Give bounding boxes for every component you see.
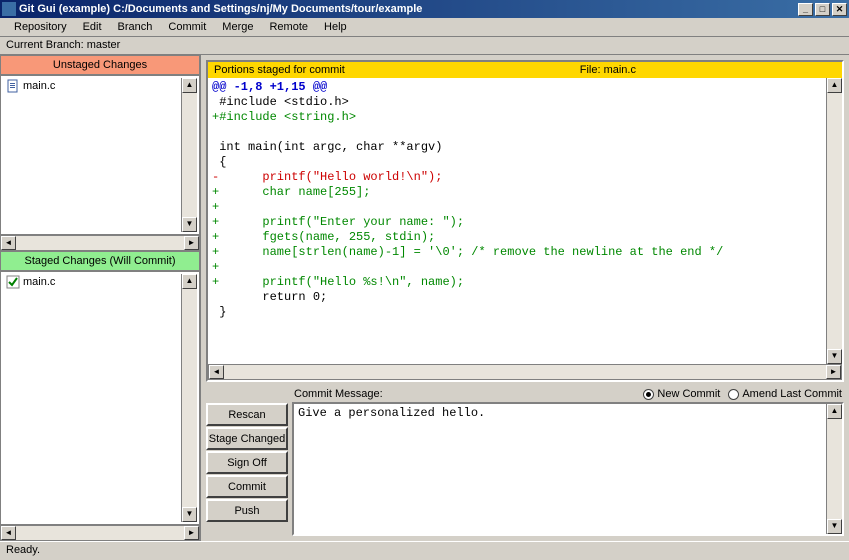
action-buttons: Rescan Stage Changed Sign Off Commit Pus… xyxy=(206,386,288,536)
unstaged-file-list[interactable]: main.c ▲▼ xyxy=(0,75,200,235)
minimize-button[interactable]: _ xyxy=(798,3,813,16)
staged-file-list[interactable]: main.c ▲▼ xyxy=(0,271,200,525)
diff-line: @@ -1,8 +1,15 @@ xyxy=(212,80,822,95)
diff-line: #include <stdio.h> xyxy=(212,95,822,110)
commit-message-input[interactable] xyxy=(294,404,826,534)
menu-branch[interactable]: Branch xyxy=(110,19,161,35)
diff-line: + fgets(name, 255, stdin); xyxy=(212,230,822,245)
diff-header-left: Portions staged for commit xyxy=(214,64,580,76)
new-commit-radio[interactable]: New Commit xyxy=(643,388,720,400)
sign-off-button[interactable]: Sign Off xyxy=(206,451,288,474)
menu-repository[interactable]: Repository xyxy=(6,19,75,35)
commit-message-label: Commit Message: xyxy=(294,388,633,400)
stage-changed-button[interactable]: Stage Changed xyxy=(206,427,288,450)
diff-line: + printf("Hello %s!\n", name); xyxy=(212,275,822,290)
unstaged-scrollbar-h[interactable]: ◄► xyxy=(0,235,200,251)
menu-edit[interactable]: Edit xyxy=(75,19,110,35)
rescan-button[interactable]: Rescan xyxy=(206,403,288,426)
commit-button[interactable]: Commit xyxy=(206,475,288,498)
staged-header: Staged Changes (Will Commit) xyxy=(0,251,200,271)
titlebar: Git Gui (example) C:/Documents and Setti… xyxy=(0,0,849,18)
maximize-button[interactable]: □ xyxy=(815,3,830,16)
close-button[interactable]: ✕ xyxy=(832,3,847,16)
window-title: Git Gui (example) C:/Documents and Setti… xyxy=(19,3,798,15)
diff-line: return 0; xyxy=(212,290,822,305)
diff-line: +#include <string.h> xyxy=(212,110,822,125)
diff-scrollbar-v[interactable]: ▲▼ xyxy=(826,78,842,364)
diff-scrollbar-h[interactable]: ◄► xyxy=(208,364,842,380)
diff-line: + printf("Enter your name: "); xyxy=(212,215,822,230)
menubar: Repository Edit Branch Commit Merge Remo… xyxy=(0,18,849,37)
menu-remote[interactable]: Remote xyxy=(261,19,316,35)
diff-header: Portions staged for commit File: main.c xyxy=(208,62,842,78)
radio-label: New Commit xyxy=(657,388,720,400)
current-branch-label: Current Branch: master xyxy=(6,39,120,51)
amend-last-commit-radio[interactable]: Amend Last Commit xyxy=(728,388,842,400)
diff-line: { xyxy=(212,155,822,170)
menu-help[interactable]: Help xyxy=(316,19,355,35)
diff-line: int main(int argc, char **argv) xyxy=(212,140,822,155)
diff-header-right: File: main.c xyxy=(580,64,636,76)
left-panel: Unstaged Changes main.c ▲▼ ◄► Staged Cha… xyxy=(0,55,201,541)
diff-line: + xyxy=(212,200,822,215)
branch-bar: Current Branch: master xyxy=(0,37,849,55)
diff-line: + xyxy=(212,260,822,275)
right-panel: Portions staged for commit File: main.c … xyxy=(201,55,849,541)
statusbar: Ready. xyxy=(0,541,849,559)
checkmark-icon xyxy=(6,275,20,289)
radio-icon xyxy=(643,389,654,400)
file-icon xyxy=(6,79,20,93)
menu-commit[interactable]: Commit xyxy=(160,19,214,35)
staged-scrollbar-v[interactable]: ▲▼ xyxy=(181,274,197,522)
diff-line: + char name[255]; xyxy=(212,185,822,200)
diff-line: } xyxy=(212,305,822,320)
diff-line: + name[strlen(name)-1] = '\0'; /* remove… xyxy=(212,245,822,260)
commit-area: Rescan Stage Changed Sign Off Commit Pus… xyxy=(206,386,844,536)
file-name: main.c xyxy=(23,276,55,288)
status-text: Ready. xyxy=(6,544,40,556)
commit-scrollbar-v[interactable]: ▲▼ xyxy=(826,404,842,534)
diff-area: Portions staged for commit File: main.c … xyxy=(206,60,844,382)
push-button[interactable]: Push xyxy=(206,499,288,522)
staged-scrollbar-h[interactable]: ◄► xyxy=(0,525,200,541)
file-name: main.c xyxy=(23,80,55,92)
menu-merge[interactable]: Merge xyxy=(214,19,261,35)
unstaged-scrollbar-v[interactable]: ▲▼ xyxy=(181,78,197,232)
radio-label: Amend Last Commit xyxy=(742,388,842,400)
radio-icon xyxy=(728,389,739,400)
diff-content[interactable]: @@ -1,8 +1,15 @@ #include <stdio.h>+#inc… xyxy=(208,78,826,364)
unstaged-file-item[interactable]: main.c xyxy=(3,78,181,94)
staged-file-item[interactable]: main.c xyxy=(3,274,181,290)
diff-line xyxy=(212,125,822,140)
app-icon xyxy=(2,2,16,16)
diff-line: - printf("Hello world!\n"); xyxy=(212,170,822,185)
unstaged-header: Unstaged Changes xyxy=(0,55,200,75)
